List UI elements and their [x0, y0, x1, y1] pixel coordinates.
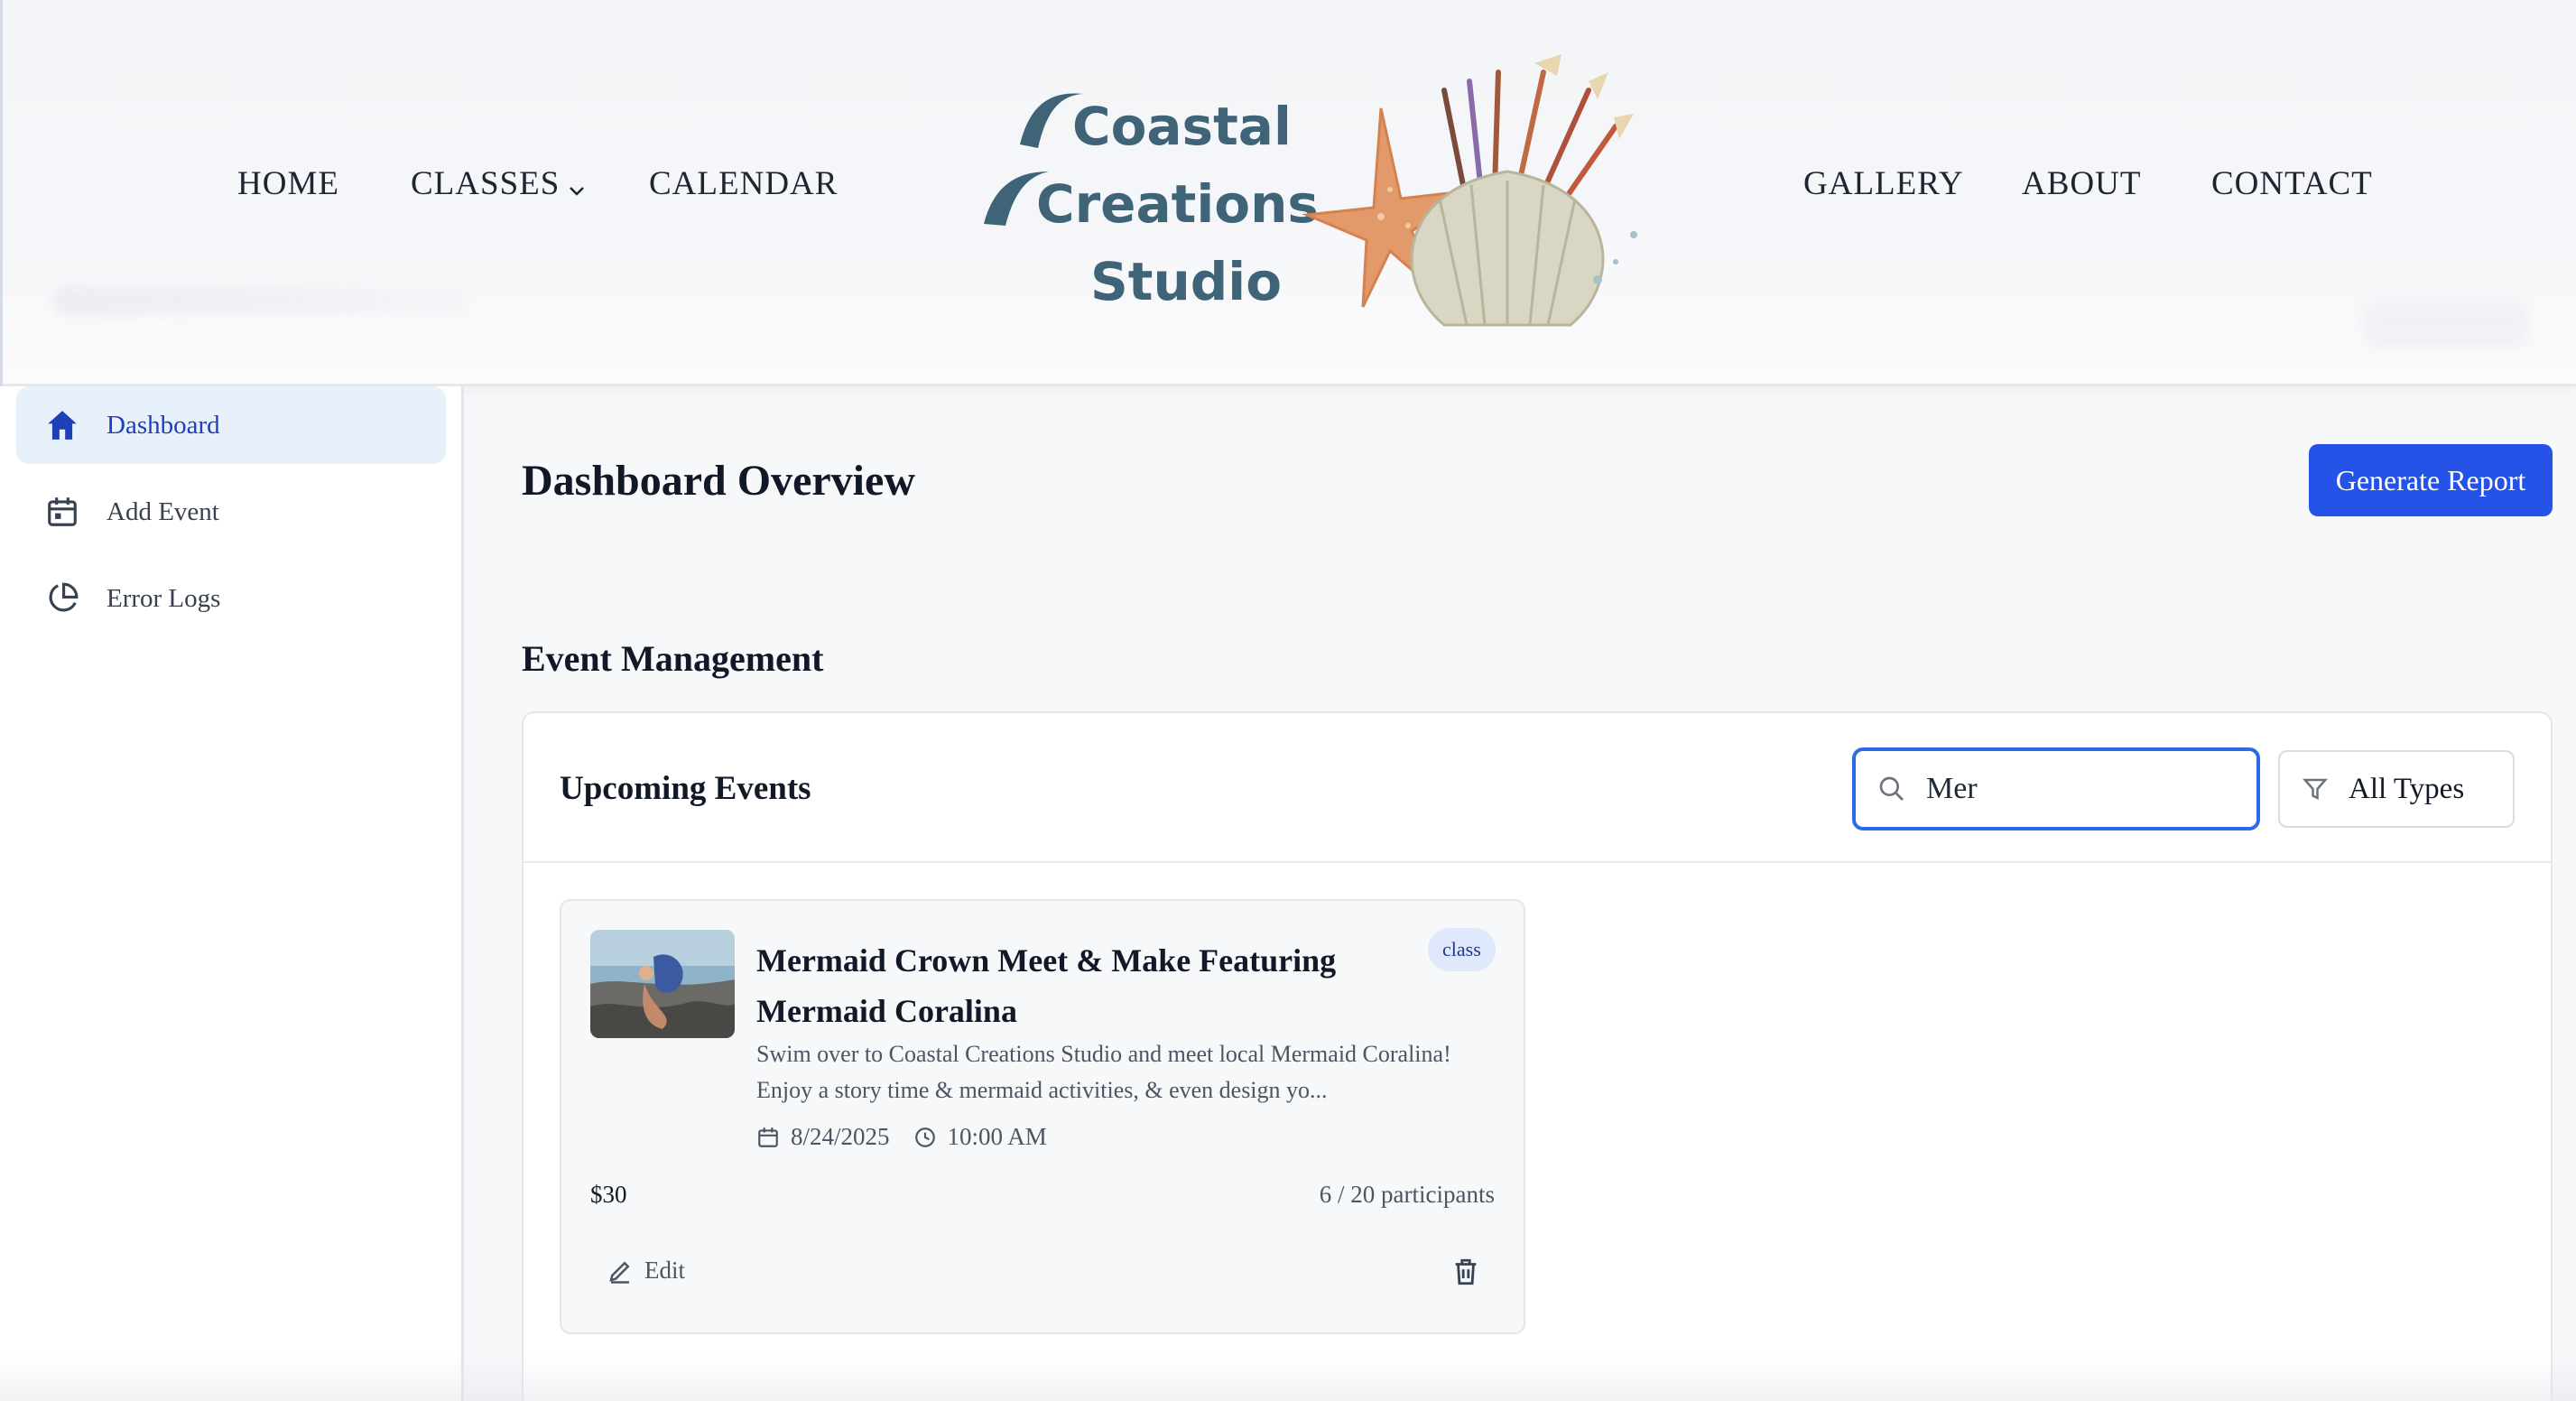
nav-calendar[interactable]: CALENDAR: [649, 167, 838, 200]
nav-home[interactable]: HOME: [237, 167, 339, 200]
event-time: 10:00 AM: [947, 1123, 1047, 1150]
nav-gallery[interactable]: GALLERY: [1803, 167, 1964, 200]
site-header: HOME CLASSES CALENDAR GALLERY ABOUT CONT…: [0, 0, 2576, 1401]
sidebar-item-label: Add Event: [107, 496, 219, 526]
filter-label: All Types: [2349, 772, 2465, 805]
filter-icon: [2302, 778, 2329, 801]
pencil-icon: [609, 1260, 630, 1284]
sidebar-item-error-logs[interactable]: Error Logs: [16, 560, 446, 637]
sidebar-item-add-event[interactable]: Add Event: [16, 473, 446, 551]
logo-line2: Creations: [1036, 173, 1319, 235]
panel-title: Upcoming Events: [560, 770, 811, 807]
nav-classes[interactable]: CLASSES: [411, 167, 585, 203]
search-icon: [1879, 776, 1904, 801]
edit-event-button[interactable]: Edit: [607, 1257, 685, 1285]
home-icon: [48, 411, 77, 440]
event-meta: 8/24/2025 10:00 AM: [756, 1123, 1047, 1151]
event-price: $30: [590, 1181, 627, 1208]
blurred-button: [2365, 302, 2527, 348]
blurred-text: [54, 287, 469, 314]
event-title: Mermaid Crown Meet & Make Featuring Merm…: [756, 942, 1337, 1029]
trash-icon: [1455, 1258, 1477, 1285]
studio-logo[interactable]: Coastal Creations Studio: [966, 54, 1670, 343]
sidebar-item-label: Dashboard: [107, 410, 220, 440]
divider: [524, 861, 2551, 863]
logo-line3: Studio: [1090, 251, 1282, 312]
logo-line1: Coastal: [1072, 96, 1292, 157]
type-filter-select[interactable]: All Types: [2278, 750, 2515, 828]
sidebar-item-dashboard[interactable]: Dashboard: [16, 386, 446, 464]
chevron-down-icon: [569, 170, 585, 203]
event-card[interactable]: Mermaid Crown Meet & Make Featuring Merm…: [560, 899, 1525, 1334]
delete-event-button[interactable]: [1448, 1255, 1484, 1291]
sidebar-item-label: Error Logs: [107, 583, 221, 613]
search-field[interactable]: [1852, 747, 2260, 830]
event-type-badge: class: [1428, 928, 1496, 971]
pie-chart-icon: [49, 582, 79, 612]
page-title: Dashboard Overview: [522, 457, 915, 505]
search-input[interactable]: [1926, 772, 2233, 806]
calendar-icon: [48, 497, 77, 526]
clock-icon: [914, 1127, 935, 1147]
edit-label: Edit: [644, 1257, 685, 1284]
event-thumbnail: [590, 930, 735, 1038]
nav-classes-label: CLASSES: [411, 165, 561, 202]
event-description: Swim over to Coastal Creations Studio an…: [756, 1041, 1451, 1103]
event-date: 8/24/2025: [791, 1123, 890, 1150]
admin-sidebar: Dashboard Add Event Error Logs: [0, 386, 464, 1401]
nav-about[interactable]: ABOUT: [2022, 167, 2141, 200]
calendar-icon: [758, 1127, 778, 1147]
upcoming-events-panel: Upcoming Events All Types Mermaid Crown …: [522, 711, 2553, 1401]
section-title: Event Management: [522, 638, 824, 679]
nav-contact[interactable]: CONTACT: [2211, 167, 2373, 200]
event-participants: 6 / 20 participants: [1319, 1181, 1495, 1208]
generate-report-button[interactable]: Generate Report: [2309, 444, 2553, 516]
bottom-shadow: [0, 1354, 2576, 1401]
